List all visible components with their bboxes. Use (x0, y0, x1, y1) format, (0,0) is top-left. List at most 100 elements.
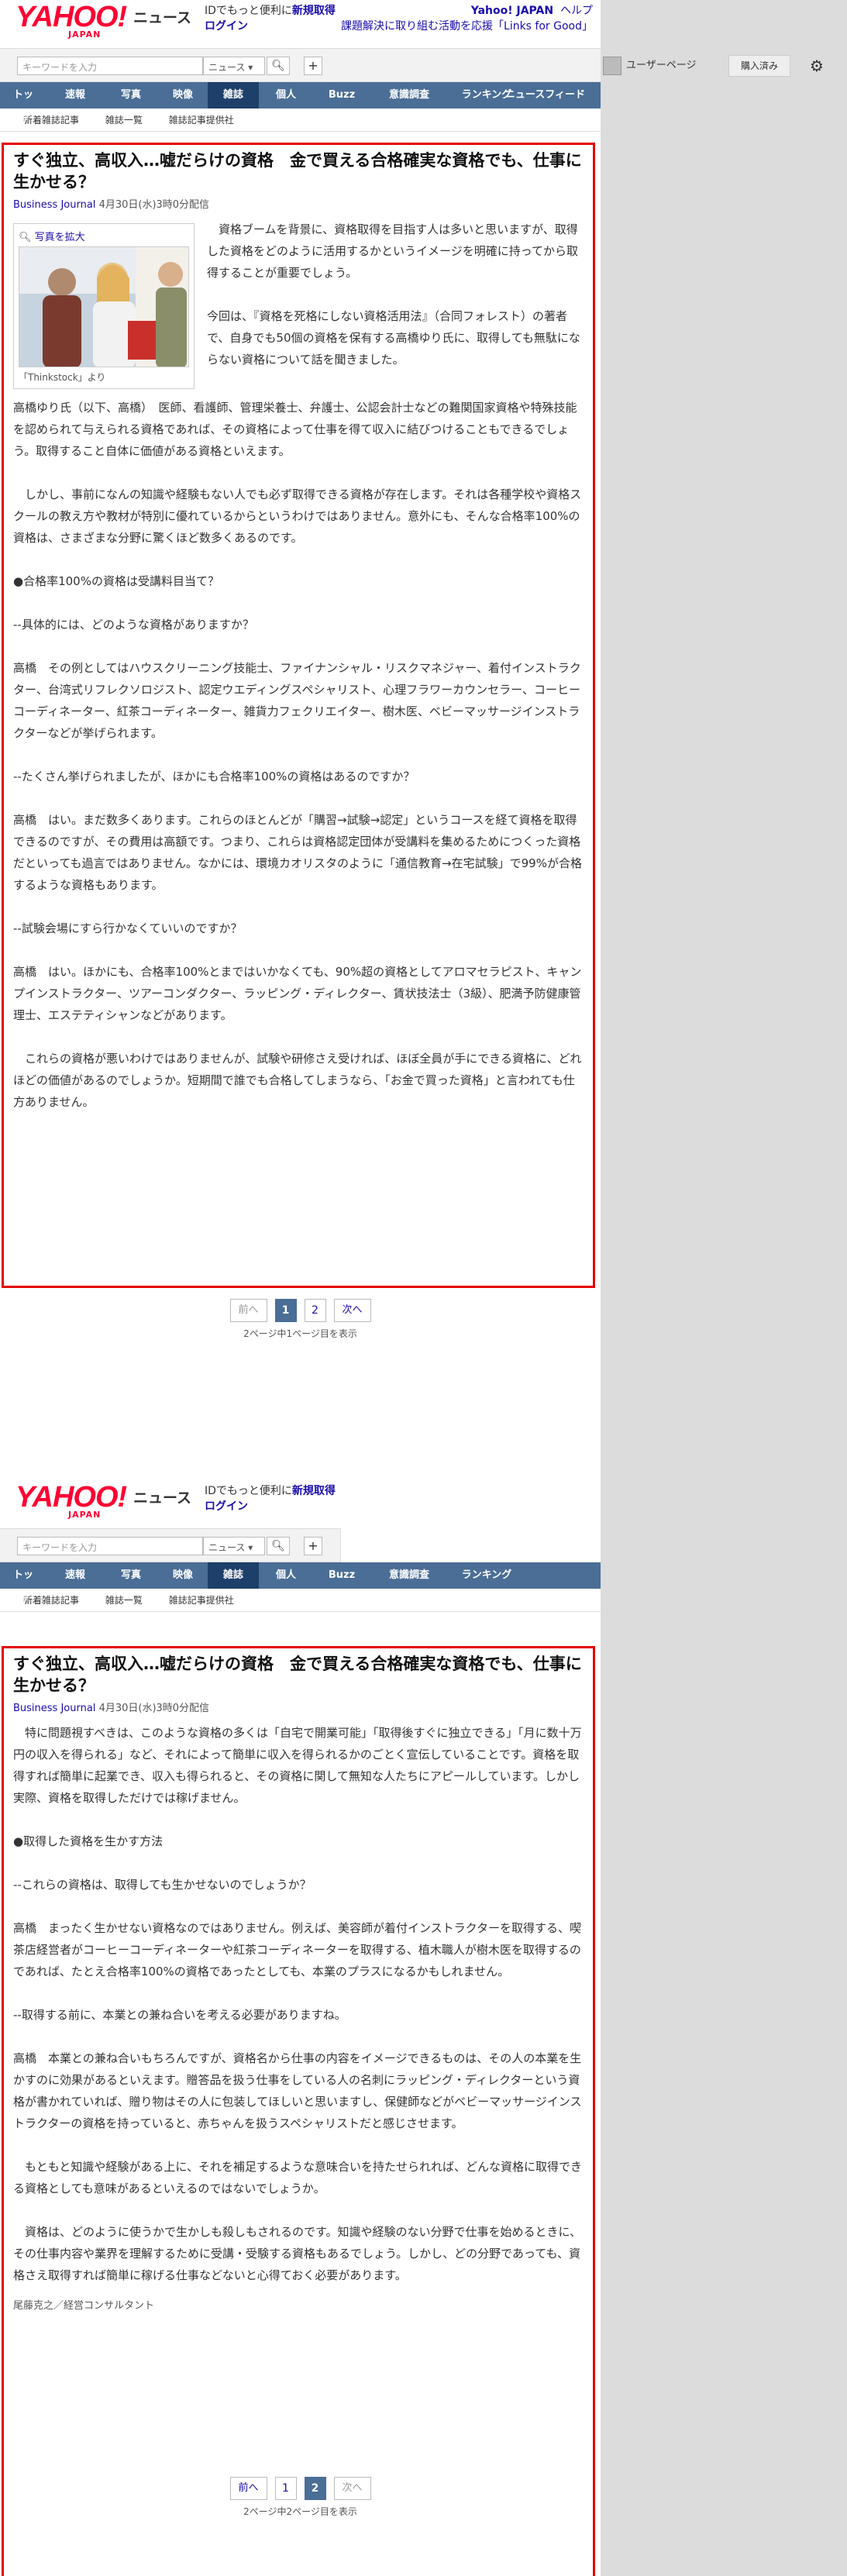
article-title: すぐ独立、高収入…嘘だらけの資格 金で買える合格確実な資格でも、仕事に生かせる？ (13, 1655, 582, 1695)
source-link[interactable]: Business Journal (13, 1703, 95, 1714)
japan-logo-sub: JAPAN (68, 1510, 102, 1520)
tab-photo[interactable]: 写真 (104, 1562, 158, 1589)
search-bar: キーワードを入力 ニュース ▾ 🔍︎ + ユーザーページ 購入済み ⚙ (0, 48, 824, 82)
next-page-button[interactable]: 次へ (333, 1299, 371, 1322)
tab-top[interactable]: トップ (0, 82, 46, 127)
article-title: すぐ独立、高収入…嘘だらけの資格 金で買える合格確実な資格でも、仕事に生かせる？ (13, 151, 582, 191)
enlarge-photo-link[interactable]: 🔍︎ 写真を拡大 (19, 229, 189, 243)
tab-magazine[interactable]: 雑誌 (208, 82, 259, 108)
news-feed-link[interactable]: ニュースフィード (505, 82, 585, 108)
article-photo[interactable] (19, 246, 189, 367)
user-page-link[interactable]: ユーザーページ (603, 55, 719, 77)
search-icon: 🔍︎ (271, 1540, 285, 1552)
source-link[interactable]: Business Journal (13, 199, 95, 211)
global-header: YAHOO! JAPAN ニュース IDでもっと便利に新規取得 ログイン Yah… (0, 0, 601, 48)
service-name[interactable]: ニュース (133, 6, 191, 27)
article-source-line: Business Journal 4月30日(水)3時0分配信 (13, 196, 584, 211)
search-category-select[interactable]: ニュース ▾ (203, 1537, 265, 1555)
article-paragraph: 資格は、どのように使うかで生かしも殺しもされるのです。知識や経験のない分野で仕事… (13, 2225, 582, 2282)
tab-magazine[interactable]: 雑誌 (208, 1562, 259, 1589)
subnav-providers[interactable]: 雑誌記事提供社 (169, 1595, 234, 1606)
global-nav: トップ 速報 写真 映像 雑誌 個人 Buzz 意識調査 ランキング (0, 1562, 601, 1607)
tab-buzz[interactable]: Buzz (313, 1562, 370, 1589)
screen-page-1: YAHOO! JAPAN ニュース IDでもっと便利に新規取得 ログイン Yah… (0, 0, 824, 1480)
magazine-subnav: 新着雑誌記事 雑誌一覧 雑誌記事提供社 (0, 108, 601, 132)
yahoo-japan-link[interactable]: Yahoo! JAPAN (471, 5, 553, 17)
add-button[interactable]: + (304, 1537, 322, 1555)
page-2-link[interactable]: 2 (304, 1299, 326, 1322)
prev-page-button[interactable]: 前へ (229, 2477, 267, 2500)
id-promo-text: IDでもっと便利に (205, 5, 292, 17)
signup-link[interactable]: 新規取得 (292, 5, 336, 17)
page-1-link[interactable]: 1 (274, 1299, 297, 1322)
article-paragraph: 高橋 はい。まだ数多くあります。これらのほとんどが「購習→試験→認定」というコー… (13, 813, 582, 892)
article-paragraph: 特に問題視すべきは、このような資格の多くは「自宅で開業可能」「取得後すぐに独立で… (13, 1726, 582, 1805)
article-panel: すぐ独立、高収入…嘘だらけの資格 金で買える合格確実な資格でも、仕事に生かせる？… (2, 1646, 595, 2576)
subnav-magazine-list[interactable]: 雑誌一覧 (105, 1595, 143, 1606)
tab-video[interactable]: 映像 (158, 1562, 208, 1589)
article-panel: すぐ独立、高収入…嘘だらけの資格 金で買える合格確実な資格でも、仕事に生かせる？… (2, 143, 595, 1288)
article-paragraph: もともと知識や経験がある上に、それを補足するような意味合いを持たせられれば、どん… (13, 2160, 582, 2195)
subnav-providers[interactable]: 雑誌記事提供社 (169, 115, 234, 126)
login-link[interactable]: ログイン (205, 19, 336, 34)
enlarge-photo-label: 写真を拡大 (34, 232, 85, 243)
login-link[interactable]: ログイン (205, 1499, 336, 1514)
photo-caption: 「Thinkstock」より (19, 372, 106, 383)
publish-date: 4月30日(水)3時0分配信 (98, 1703, 210, 1714)
tab-survey[interactable]: 意識調査 (370, 82, 448, 108)
search-category-select[interactable]: ニュース ▾ (203, 57, 265, 75)
article-question: --試験会場にすら行かなくていいのですか？ (13, 921, 243, 935)
tab-ranking[interactable]: ランキング (448, 1562, 525, 1589)
tab-individual[interactable]: 個人 (259, 1562, 313, 1589)
user-page-label: ユーザーページ (626, 60, 697, 71)
campaign-link[interactable]: 課題解決に取り組む活動を応援「Links for Good」 (341, 19, 593, 34)
help-link[interactable]: ヘルプ (560, 5, 593, 17)
article-heading: ●合格率100%の資格は受講料目当て？ (13, 574, 219, 588)
purchased-button[interactable]: 購入済み (728, 55, 790, 77)
prev-page-button[interactable]: 前へ (229, 1299, 267, 1322)
tab-individual[interactable]: 個人 (259, 82, 313, 108)
gray-background (601, 0, 847, 2576)
pagination: 前へ 1 2 次へ 2ページ中2ページ目を表示 (0, 2477, 601, 2518)
tab-buzz[interactable]: Buzz (313, 82, 370, 108)
add-button[interactable]: + (304, 57, 322, 75)
tab-photo[interactable]: 写真 (104, 82, 158, 108)
search-button[interactable]: 🔍︎ (267, 57, 290, 75)
page-2-link[interactable]: 2 (304, 2477, 326, 2500)
id-promo: IDでもっと便利に新規取得 ログイン (205, 3, 336, 34)
tab-breaking[interactable]: 速報 (46, 1562, 104, 1589)
page-1-link[interactable]: 1 (274, 2477, 297, 2500)
page-status: 2ページ中2ページ目を表示 (243, 2506, 357, 2517)
article-paragraph: これらの資格が悪いわけではありませんが、試験や研修さえ受ければ、ほぼ全員が手にで… (13, 1052, 582, 1109)
subnav-new-articles[interactable]: 新着雑誌記事 (23, 1595, 79, 1606)
tab-video[interactable]: 映像 (158, 82, 208, 108)
tab-breaking[interactable]: 速報 (46, 82, 104, 108)
search-icon: 🔍︎ (271, 60, 285, 72)
search-bar: キーワードを入力 ニュース ▾ 🔍︎ + (0, 1528, 341, 1562)
article-question: --具体的には、どのような資格がありますか？ (13, 618, 254, 632)
yahoo-logo[interactable]: YAHOO! (15, 1483, 127, 1512)
article-question: --これらの資格は、取得しても生かせないのでしょうか？ (13, 1878, 312, 1892)
yahoo-logo[interactable]: YAHOO! (15, 2, 127, 32)
id-promo: IDでもっと便利に新規取得 ログイン (205, 1483, 336, 1514)
subnav-magazine-list[interactable]: 雑誌一覧 (105, 115, 143, 126)
article-paragraph: 高橋 その例としてはハウスクリーニング技能士、ファイナンシャル・リスクマネジャー… (13, 661, 581, 740)
tab-survey[interactable]: 意識調査 (370, 1562, 448, 1589)
japan-logo-sub: JAPAN (68, 29, 102, 40)
search-input[interactable]: キーワードを入力 (17, 1537, 203, 1555)
gear-icon[interactable]: ⚙ (804, 55, 829, 77)
subnav-new-articles[interactable]: 新着雑誌記事 (23, 115, 79, 126)
next-page-button[interactable]: 次へ (333, 2477, 371, 2500)
search-input[interactable]: キーワードを入力 (17, 57, 203, 75)
publish-date: 4月30日(水)3時0分配信 (98, 199, 210, 211)
tab-top[interactable]: トップ (0, 1562, 46, 1607)
article-paragraph: 高橋 はい。ほかにも、合格率100%とまではいかなくても、90%超の資格としてア… (13, 965, 582, 1022)
avatar (603, 56, 621, 75)
page-status: 2ページ中1ページ目を表示 (243, 1328, 357, 1339)
article-question: --たくさん挙げられましたが、ほかにも合格率100%の資格はあるのですか？ (13, 770, 415, 783)
global-header: YAHOO! JAPAN ニュース IDでもっと便利に新規取得 ログイン (0, 1480, 601, 1528)
search-button[interactable]: 🔍︎ (267, 1537, 290, 1555)
signup-link[interactable]: 新規取得 (292, 1485, 336, 1497)
service-name[interactable]: ニュース (133, 1486, 191, 1507)
article-paragraph: 高橋ゆり氏（以下、高橋） 医師、看護師、管理栄養士、弁護士、公認会計士などの難関… (13, 401, 577, 458)
